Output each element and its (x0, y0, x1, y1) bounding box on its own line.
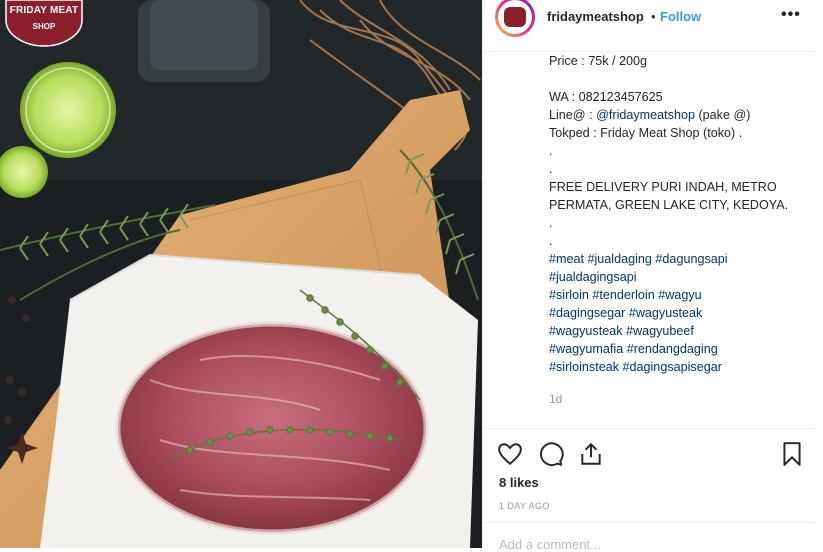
page-gutter (815, 0, 823, 548)
brand-logo: FRIDAY MEAT SHOP (2, 0, 86, 48)
avatar-logo (504, 7, 526, 27)
more-icon[interactable]: ••• (781, 6, 801, 24)
post-header: fridaymeatshop • Follow ••• (483, 0, 816, 52)
relative-time[interactable]: 1d (549, 392, 562, 406)
mention-link[interactable]: @fridaymeatshop (596, 108, 695, 122)
heart-icon[interactable] (497, 441, 523, 467)
separator-dot: • (651, 9, 656, 24)
caption-blank (549, 70, 811, 88)
post-caption: Price : 75k / 200g WA : 082123457625 Lin… (549, 52, 811, 376)
caption-dot: . (549, 144, 553, 158)
follow-button[interactable]: Follow (660, 9, 701, 24)
caption-line: Line@ : @fridaymeatshop (pake @) (549, 106, 811, 124)
hashtag-line[interactable]: #meat #jualdaging #dagungsapi (549, 250, 811, 268)
post-side-panel: fridaymeatshop • Follow ••• Price : 75k … (482, 0, 817, 552)
caption-delivery: FREE DELIVERY PURI INDAH, METRO (549, 180, 777, 194)
share-icon[interactable] (578, 441, 604, 467)
comment-bar: Add a comment... (483, 522, 816, 552)
bookmark-icon[interactable] (779, 441, 805, 467)
steak-photo-illustration (0, 0, 482, 548)
caption-dot: . (549, 234, 553, 248)
post-photo[interactable]: FRIDAY MEAT SHOP (0, 0, 482, 548)
caption-dot: . (549, 162, 553, 176)
hashtag-line[interactable]: #sirloinsteak #dagingsapisegar (549, 358, 811, 376)
comment-input[interactable]: Add a comment... (499, 537, 601, 552)
comment-icon[interactable] (538, 441, 564, 467)
hashtag-line[interactable]: #sirloin #tenderloin #wagyu (549, 286, 811, 304)
hashtag-line[interactable]: #dagingsegar #wagyusteak (549, 304, 811, 322)
username-link[interactable]: fridaymeatshop (547, 9, 644, 24)
caption-dot: . (549, 216, 553, 230)
post-date: 1 DAY AGO (499, 501, 550, 511)
hashtag-line[interactable]: #jualdagingsapi (549, 268, 811, 286)
likes-count[interactable]: 8 likes (499, 475, 539, 490)
hashtag-line[interactable]: #wagyumafia #rendangdaging (549, 340, 811, 358)
caption-line-suffix: (pake @) (694, 108, 751, 122)
avatar-ring (498, 0, 532, 34)
hashtag-line[interactable]: #wagyusteak #wagyubeef (549, 322, 811, 340)
avatar[interactable] (495, 0, 535, 37)
caption-wa: WA : 082123457625 (549, 90, 663, 104)
caption-line-prefix: Line@ : (549, 108, 597, 122)
caption-price: Price : 75k / 200g (549, 54, 648, 68)
caption-tokped: Tokped : Friday Meat Shop (toko) . (549, 126, 743, 140)
logo-line2: SHOP (32, 22, 56, 31)
logo-line1: FRIDAY MEAT (9, 5, 79, 16)
caption-delivery: PERMATA, GREEN LAKE CITY, KEDOYA. (549, 198, 789, 212)
